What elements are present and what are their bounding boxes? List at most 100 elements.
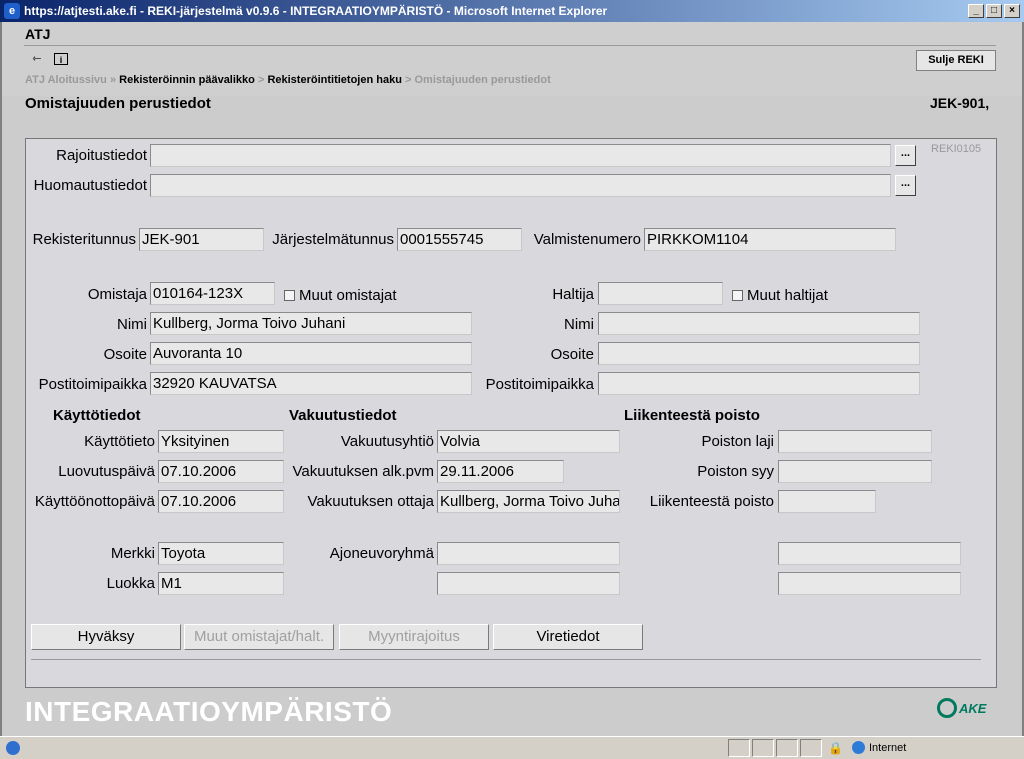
- hyvaksy-button[interactable]: Hyväksy: [31, 624, 181, 650]
- vakuutuksen-ottaja-field[interactable]: Kullberg, Jorma Toivo Juhani: [437, 490, 620, 513]
- globe-icon: [852, 741, 865, 754]
- rekisteritunnus-label: Rekisteritunnus: [32, 231, 136, 248]
- liikenteesta-poisto-label: Liikenteestä poisto: [649, 493, 774, 510]
- breadcrumb-separator: >: [257, 74, 265, 86]
- window-title-bar: e https://atjtesti.ake.fi - REKI-järjest…: [0, 0, 1024, 22]
- omistaja-field[interactable]: 010164-123X: [150, 282, 275, 305]
- browser-content: ATJ ⇽ i Sulje REKI ATJ Aloitussivu » Rek…: [2, 22, 1022, 736]
- extra-field[interactable]: [778, 542, 961, 565]
- breadcrumb-search[interactable]: Rekisteröintitietojen haku: [267, 74, 401, 86]
- luovutuspaiva-field[interactable]: 07.10.2006: [158, 460, 284, 483]
- page-title: Omistajuuden perustiedot: [25, 95, 211, 112]
- poiston-syy-field[interactable]: [778, 460, 932, 483]
- close-window-button[interactable]: ×: [1004, 4, 1020, 18]
- divider: [31, 659, 981, 660]
- luokka-field[interactable]: M1: [158, 572, 284, 595]
- kayttotieto-field[interactable]: Yksityinen: [158, 430, 284, 453]
- status-cell: [776, 739, 798, 757]
- kayttoonottopaiva-label: Käyttöönottopäivä: [34, 493, 155, 510]
- checkbox-box[interactable]: [284, 290, 295, 301]
- close-reki-button[interactable]: Sulje REKI: [916, 50, 996, 71]
- vakuutusyhtio-label: Vakuutusyhtiö: [340, 433, 434, 450]
- minimize-button[interactable]: _: [968, 4, 984, 18]
- osoite-field[interactable]: Auvoranta 10: [150, 342, 472, 365]
- breadcrumb: ATJ Aloitussivu » Rekisteröinnin päävali…: [25, 74, 551, 86]
- ake-logo-icon: [937, 698, 957, 718]
- nimi-field[interactable]: Kullberg, Jorma Toivo Juhani: [150, 312, 472, 335]
- ajoneuvoryhma-label: Ajoneuvoryhmä: [329, 545, 434, 562]
- haltija-label: Haltija: [552, 286, 594, 303]
- jarjestelmatunnus-label: Järjestelmätunnus: [272, 231, 394, 248]
- muut-omistajat-checkbox[interactable]: Muut omistajat: [284, 287, 397, 304]
- ie-icon: e: [4, 3, 20, 19]
- postitoimipaikka-field[interactable]: 32920 KAUVATSA: [150, 372, 472, 395]
- muut-haltijat-checkbox[interactable]: Muut haltijat: [732, 287, 828, 304]
- status-cell: [800, 739, 822, 757]
- muut-omistajat-label: Muut omistajat: [299, 287, 397, 304]
- jarjestelmatunnus-field[interactable]: 0001555745: [397, 228, 522, 251]
- zone-label: Internet: [869, 741, 907, 754]
- status-bar: 🔒 Internet: [0, 736, 1024, 759]
- vakuutuksen-alkupvm-field[interactable]: 29.11.2006: [437, 460, 564, 483]
- luovutuspaiva-label: Luovutuspäivä: [58, 463, 155, 480]
- poiston-laji-field[interactable]: [778, 430, 932, 453]
- valmistenumero-label: Valmistenumero: [533, 231, 641, 248]
- extra-field[interactable]: [437, 572, 620, 595]
- myyntirajoitus-button[interactable]: Myyntirajoitus: [339, 624, 489, 650]
- rajoitus-field[interactable]: [150, 144, 891, 167]
- page-registration: JEK-901,: [930, 95, 990, 111]
- haltija-nimi-label: Nimi: [564, 316, 594, 333]
- breadcrumb-current: Omistajuuden perustiedot: [414, 74, 551, 86]
- maximize-button[interactable]: □: [986, 4, 1002, 18]
- breadcrumb-separator: »: [109, 74, 117, 86]
- vakuutuksen-ottaja-label: Vakuutuksen ottaja: [307, 493, 434, 510]
- luokka-label: Luokka: [106, 575, 155, 592]
- vakuutusyhtio-field[interactable]: Volvia: [437, 430, 620, 453]
- valmistenumero-field[interactable]: PIRKKOM1104: [644, 228, 896, 251]
- kayttotieto-label: Käyttötieto: [84, 433, 155, 450]
- lock-icon: 🔒: [828, 741, 843, 755]
- divider: [24, 45, 996, 46]
- viretiedot-button[interactable]: Viretiedot: [493, 624, 643, 650]
- checkbox-box[interactable]: [732, 290, 743, 301]
- breadcrumb-main-menu[interactable]: Rekisteröinnin päävalikko: [119, 74, 255, 86]
- muut-haltijat-label: Muut haltijat: [747, 287, 828, 304]
- huomautus-browse-button[interactable]: ...: [895, 175, 916, 196]
- ake-logo: AKE: [937, 698, 986, 718]
- ajoneuvoryhma-field[interactable]: [437, 542, 620, 565]
- kaytto-section-header: Käyttötiedot: [53, 407, 141, 424]
- breadcrumb-separator: >: [404, 74, 412, 86]
- back-arrow-icon[interactable]: ⇽: [30, 53, 44, 65]
- merkki-label: Merkki: [110, 545, 155, 562]
- osoite-label: Osoite: [103, 346, 147, 363]
- kayttoonottopaiva-field[interactable]: 07.10.2006: [158, 490, 284, 513]
- muut-omistajat-button[interactable]: Muut omistajat/halt.: [184, 624, 334, 650]
- status-cell: [752, 739, 774, 757]
- form-code: REKI0105: [931, 143, 982, 155]
- haltija-osoite-field[interactable]: [598, 342, 920, 365]
- haltija-osoite-label: Osoite: [550, 346, 594, 363]
- window-title: https://atjtesti.ake.fi - REKI-järjestel…: [24, 4, 608, 18]
- breadcrumb-home[interactable]: ATJ Aloitussivu: [25, 74, 107, 86]
- haltija-postitoimipaikka-field[interactable]: [598, 372, 920, 395]
- rajoitus-browse-button[interactable]: ...: [895, 145, 916, 166]
- huomautus-field[interactable]: [150, 174, 891, 197]
- haltija-nimi-field[interactable]: [598, 312, 920, 335]
- haltija-postitoimipaikka-label: Postitoimipaikka: [485, 376, 594, 393]
- extra-field[interactable]: [778, 572, 961, 595]
- poisto-section-header: Liikenteestä poisto: [624, 407, 760, 424]
- huomautus-label: Huomautustiedot: [33, 177, 147, 194]
- status-cell: [728, 739, 750, 757]
- security-zone: Internet: [852, 741, 906, 754]
- postitoimipaikka-label: Postitoimipaikka: [38, 376, 147, 393]
- haltija-field[interactable]: [598, 282, 723, 305]
- nimi-label: Nimi: [117, 316, 147, 333]
- rekisteritunnus-field[interactable]: JEK-901: [139, 228, 264, 251]
- omistaja-label: Omistaja: [87, 286, 147, 303]
- ake-logo-text: AKE: [959, 700, 987, 716]
- rajoitus-label: Rajoitustiedot: [56, 147, 147, 164]
- info-icon[interactable]: i: [54, 53, 68, 65]
- form-panel: REKI0105 Rajoitustiedot ... Huomautustie…: [25, 138, 997, 688]
- liikenteesta-poisto-field[interactable]: [778, 490, 876, 513]
- merkki-field[interactable]: Toyota: [158, 542, 284, 565]
